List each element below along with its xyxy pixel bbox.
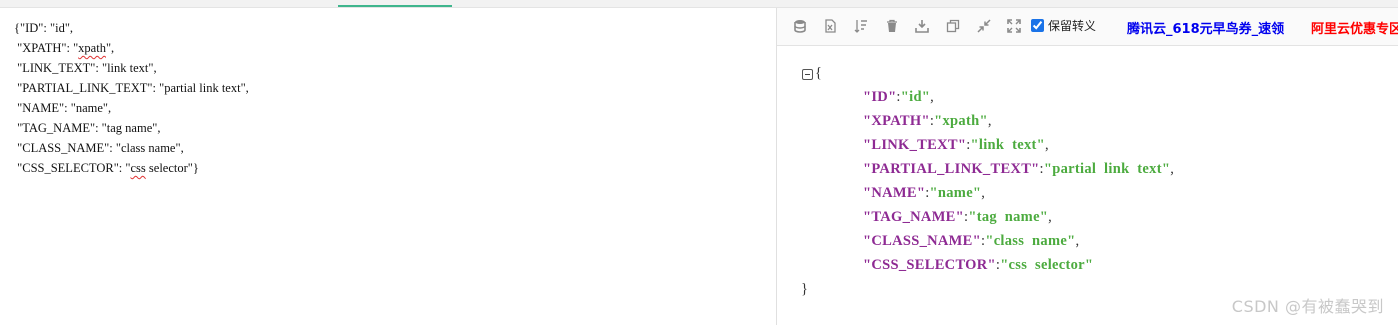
sort-icon[interactable] [854, 19, 868, 33]
json-key: "CLASS_NAME" [863, 233, 981, 249]
json-key: "ID" [863, 89, 897, 105]
raw-input-line: "NAME": "name", [14, 101, 112, 115]
database-icon[interactable] [793, 19, 807, 33]
tencent-cloud-ad-link[interactable]: 腾讯云_618元早鸟券_速领 [1127, 18, 1284, 37]
json-value: "class name" [985, 233, 1076, 249]
json-key: "LINK_TEXT" [863, 137, 967, 153]
json-entry-row: "XPATH":"xpath", [863, 113, 992, 130]
json-entry-row: "PARTIAL_LINK_TEXT":"partial link text", [863, 161, 1174, 178]
json-entry-row: "TAG_NAME":"tag name", [863, 209, 1052, 226]
json-value: "name" [929, 185, 982, 201]
raw-input-line: "XPATH": "xpath", [14, 41, 115, 55]
json-key: "TAG_NAME" [863, 209, 964, 225]
json-value: "partial link text" [1043, 161, 1171, 177]
copy-icon[interactable] [946, 19, 960, 33]
json-key: "NAME" [863, 185, 926, 201]
json-key: "CSS_SELECTOR" [863, 257, 996, 273]
keep-escape-label: 保留转义 [1048, 19, 1097, 33]
json-key: "XPATH" [863, 113, 930, 129]
spellcheck-flag: css [130, 161, 146, 175]
json-key: "PARTIAL_LINK_TEXT" [863, 161, 1040, 177]
spellcheck-flag: xpath [78, 41, 106, 55]
json-toolbar: 保留转义 腾讯云_618元早鸟券_速领 阿里云优惠专区 [777, 8, 1398, 46]
json-entry-row: "CSS_SELECTOR":"css selector" [863, 257, 1093, 274]
json-comma: , [930, 89, 935, 105]
raw-input-pane[interactable]: {"ID": "id", "XPATH": "xpath", "LINK_TEX… [0, 8, 776, 325]
json-open-brace: { [815, 65, 822, 81]
json-entry-row: "ID":"id", [863, 89, 934, 106]
json-comma: , [1045, 137, 1049, 153]
json-entry-row: "NAME":"name", [863, 185, 985, 202]
json-value: "tag name" [968, 209, 1049, 225]
json-comma: , [1048, 209, 1053, 225]
json-value: "css selector" [1000, 257, 1094, 273]
download-icon[interactable] [915, 19, 929, 33]
json-value: "xpath" [934, 113, 988, 129]
json-value: "id" [900, 89, 931, 105]
keep-escape-option[interactable]: 保留转义 [1031, 17, 1096, 34]
keep-escape-checkbox[interactable] [1031, 19, 1044, 32]
raw-input-line: "TAG_NAME": "tag name", [14, 121, 161, 135]
json-tree-view: { "ID":"id", "XPATH":"xpath", "LINK_TEXT":… [777, 46, 1398, 325]
aliyun-ad-link[interactable]: 阿里云优惠专区 [1311, 18, 1398, 37]
json-entry-row: "CLASS_NAME":"class name", [863, 233, 1079, 250]
raw-input-line: "LINK_TEXT": "link text", [14, 61, 157, 75]
json-comma: , [987, 113, 992, 129]
expand-icon[interactable] [1007, 19, 1021, 33]
compress-icon[interactable] [977, 19, 991, 33]
json-entry-row: "LINK_TEXT":"link text", [863, 137, 1049, 154]
raw-input-line: "PARTIAL_LINK_TEXT": "partial link text"… [14, 81, 249, 95]
json-close-brace: } [801, 281, 808, 297]
raw-input-line: "CSS_SELECTOR": "css selector"} [14, 161, 199, 175]
trash-icon[interactable] [885, 19, 899, 33]
collapse-toggle-icon[interactable] [802, 69, 813, 80]
formatted-output-pane: 保留转义 腾讯云_618元早鸟券_速领 阿里云优惠专区 { "ID":"id",… [777, 8, 1398, 325]
json-comma: , [1075, 233, 1080, 249]
active-tab-indicator[interactable] [338, 5, 452, 7]
json-comma: , [981, 185, 986, 201]
top-tab-bar [0, 0, 1398, 8]
excel-export-icon[interactable] [823, 19, 837, 33]
raw-input-line: "CLASS_NAME": "class name", [14, 141, 184, 155]
csdn-watermark: CSDN @有被蠢哭到 [1231, 297, 1384, 316]
json-comma: , [1170, 161, 1175, 177]
raw-input-line: {"ID": "id", [14, 21, 74, 35]
json-value: "link text" [970, 137, 1046, 153]
raw-json-textarea[interactable]: {"ID": "id", "XPATH": "xpath", "LINK_TEX… [14, 18, 249, 178]
